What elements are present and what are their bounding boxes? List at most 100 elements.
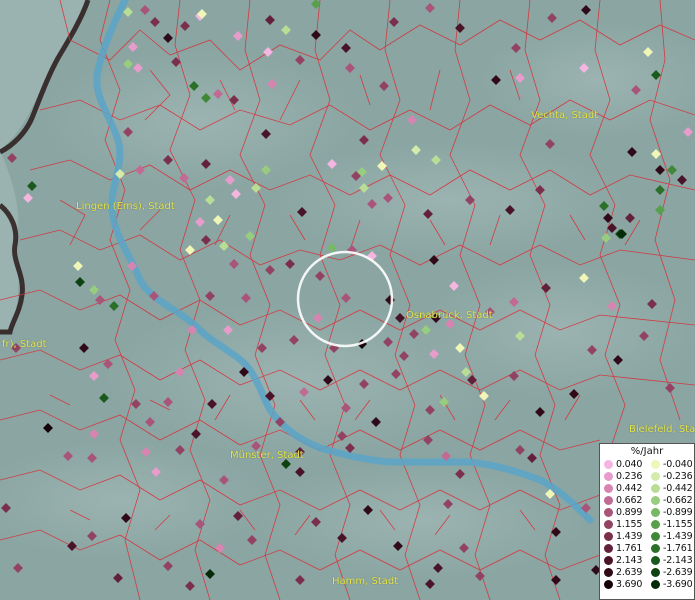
measurement-point[interactable] <box>311 517 321 527</box>
measurement-point[interactable] <box>285 259 295 269</box>
measurement-point[interactable] <box>509 371 519 381</box>
measurement-point[interactable] <box>651 149 661 159</box>
measurement-point[interactable] <box>363 505 373 515</box>
measurement-point[interactable] <box>163 33 173 43</box>
measurement-point[interactable] <box>667 165 677 175</box>
measurement-point[interactable] <box>213 215 223 225</box>
measurement-point[interactable] <box>429 255 439 265</box>
measurement-point[interactable] <box>115 169 125 179</box>
measurement-point[interactable] <box>257 343 267 353</box>
measurement-point[interactable] <box>647 299 657 309</box>
measurement-point[interactable] <box>265 15 275 25</box>
measurement-point[interactable] <box>245 231 255 241</box>
measurement-point[interactable] <box>341 403 351 413</box>
measurement-point[interactable] <box>95 295 105 305</box>
measurement-point[interactable] <box>579 63 589 73</box>
measurement-point[interactable] <box>639 331 649 341</box>
measurement-point[interactable] <box>625 213 635 223</box>
measurement-point[interactable] <box>431 155 441 165</box>
city-label-lingen[interactable]: Lingen (Ems), Stadt <box>76 201 175 212</box>
measurement-point[interactable] <box>449 281 459 291</box>
measurement-point[interactable] <box>297 207 307 217</box>
measurement-point[interactable] <box>391 369 401 379</box>
map-view[interactable]: Vechta, Stadt Lingen (Ems), Stadt Osnabr… <box>0 0 695 600</box>
measurement-point[interactable] <box>219 475 229 485</box>
measurement-point[interactable] <box>150 17 160 27</box>
measurement-point[interactable] <box>151 467 161 477</box>
measurement-point[interactable] <box>163 561 173 571</box>
measurement-point[interactable] <box>261 165 271 175</box>
measurement-point[interactable] <box>329 343 339 353</box>
measurement-point[interactable] <box>127 261 137 271</box>
measurement-point[interactable] <box>441 451 451 461</box>
measurement-point[interactable] <box>341 43 351 53</box>
measurement-point[interactable] <box>379 81 389 91</box>
measurement-point[interactable] <box>131 399 141 409</box>
measurement-point[interactable] <box>345 63 355 73</box>
measurement-point[interactable] <box>569 389 579 399</box>
measurement-point[interactable] <box>87 531 97 541</box>
measurement-point[interactable] <box>411 145 421 155</box>
measurement-point[interactable] <box>233 31 243 41</box>
measurement-point[interactable] <box>149 291 159 301</box>
measurement-point[interactable] <box>180 21 190 31</box>
measurement-point[interactable] <box>337 533 347 543</box>
measurement-point[interactable] <box>541 283 551 293</box>
measurement-point[interactable] <box>475 571 485 581</box>
measurement-point[interactable] <box>205 195 215 205</box>
measurement-point[interactable] <box>175 367 185 377</box>
measurement-point[interactable] <box>367 199 377 209</box>
measurement-point[interactable] <box>631 85 641 95</box>
measurement-point[interactable] <box>265 391 275 401</box>
city-label-bielefeld[interactable]: Bielefeld, Stadt <box>629 424 695 435</box>
measurement-point[interactable] <box>347 245 357 255</box>
measurement-point[interactable] <box>195 217 205 227</box>
measurement-point[interactable] <box>423 209 433 219</box>
measurement-point[interactable] <box>603 213 613 223</box>
measurement-point[interactable] <box>345 443 355 453</box>
measurement-point[interactable] <box>295 467 305 477</box>
measurement-point[interactable] <box>109 301 119 311</box>
measurement-point[interactable] <box>479 391 489 401</box>
measurement-point[interactable] <box>429 349 439 359</box>
measurement-point[interactable] <box>315 271 325 281</box>
measurement-point[interactable] <box>395 313 405 323</box>
measurement-point[interactable] <box>377 161 387 171</box>
measurement-point[interactable] <box>63 451 73 461</box>
measurement-point[interactable] <box>201 235 211 245</box>
measurement-point[interactable] <box>527 453 537 463</box>
measurement-point[interactable] <box>261 129 271 139</box>
measurement-point[interactable] <box>265 265 275 275</box>
measurement-point[interactable] <box>389 17 399 27</box>
measurement-point[interactable] <box>425 405 435 415</box>
measurement-point[interactable] <box>601 233 611 243</box>
measurement-point[interactable] <box>233 511 243 521</box>
measurement-point[interactable] <box>213 89 223 99</box>
measurement-point[interactable] <box>627 147 637 157</box>
measurement-point[interactable] <box>7 153 17 163</box>
measurement-point[interactable] <box>467 375 477 385</box>
measurement-point[interactable] <box>407 115 417 125</box>
measurement-point[interactable] <box>141 447 151 457</box>
measurement-point[interactable] <box>545 489 555 499</box>
measurement-point[interactable] <box>443 499 453 509</box>
measurement-point[interactable] <box>263 47 273 57</box>
city-label-muenster[interactable]: Münster, Stadt <box>230 450 304 461</box>
measurement-point[interactable] <box>581 5 591 15</box>
measurement-point[interactable] <box>123 59 133 69</box>
measurement-point[interactable] <box>145 417 155 427</box>
measurement-point[interactable] <box>231 189 241 199</box>
measurement-point[interactable] <box>128 42 138 52</box>
measurement-point[interactable] <box>229 95 239 105</box>
measurement-point[interactable] <box>323 375 333 385</box>
measurement-point[interactable] <box>367 251 377 261</box>
measurement-point[interactable] <box>421 325 431 335</box>
measurement-point[interactable] <box>195 519 205 529</box>
measurement-point[interactable] <box>581 503 591 513</box>
measurement-point[interactable] <box>1 503 11 513</box>
measurement-point[interactable] <box>511 43 521 53</box>
measurement-point[interactable] <box>371 417 381 427</box>
measurement-point[interactable] <box>515 445 525 455</box>
measurement-point[interactable] <box>383 193 393 203</box>
measurement-point[interactable] <box>655 205 665 215</box>
